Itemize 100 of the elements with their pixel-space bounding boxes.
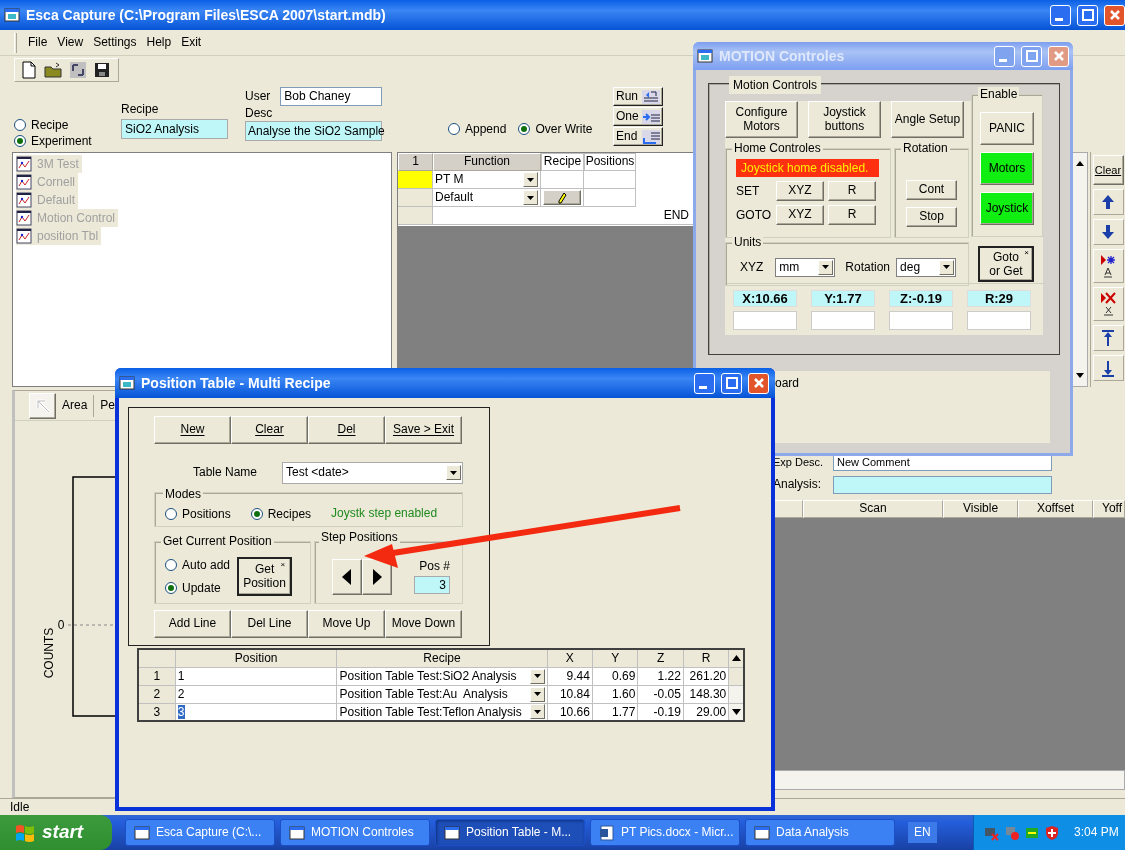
dropdown-button[interactable]	[523, 172, 538, 187]
mark-icon: ×	[1024, 248, 1029, 258]
action-button[interactable]: Move Up	[308, 610, 385, 638]
taskbar-button[interactable]: Data Analysis	[745, 819, 895, 846]
down-arrow-button[interactable]	[1092, 219, 1124, 245]
user-field[interactable]: Bob Chaney	[280, 87, 382, 106]
radio-button[interactable]: Append	[448, 122, 507, 136]
clear-button[interactable]: Clear	[1092, 155, 1124, 185]
dropdown-button[interactable]	[529, 704, 545, 720]
position-number-field[interactable]: 3	[414, 576, 450, 595]
radio-button[interactable]: Recipe	[14, 118, 69, 132]
select-field[interactable]: mm	[775, 257, 836, 277]
setup-button[interactable]: Angle Setup	[891, 101, 964, 138]
next-button[interactable]	[362, 558, 392, 595]
scrollbar[interactable]	[773, 770, 1125, 790]
shield-icon[interactable]	[1044, 824, 1060, 841]
menu-item[interactable]: Exit	[176, 35, 207, 50]
maximize-button[interactable]	[1077, 4, 1098, 26]
save-icon[interactable]	[94, 62, 110, 78]
marker-button[interactable]	[1092, 249, 1124, 283]
start-button[interactable]: start	[0, 815, 112, 850]
rotation-button[interactable]: Cont	[906, 180, 957, 200]
delete-marker-button[interactable]	[1092, 287, 1124, 321]
table-cell[interactable]: Default	[435, 190, 474, 205]
home-button[interactable]: XYZ	[776, 181, 824, 201]
input-field[interactable]	[967, 311, 1031, 330]
radio-button[interactable]: Update	[165, 581, 231, 595]
open-folder-icon[interactable]	[44, 62, 62, 78]
recipe-field[interactable]: SiO2 Analysis	[121, 119, 228, 139]
dropdown-button[interactable]	[818, 259, 834, 275]
radio-button[interactable]: Experiment	[14, 134, 92, 148]
get-position-button[interactable]: Get Position ×	[237, 557, 293, 596]
previous-button[interactable]	[332, 558, 362, 595]
taskbar-button[interactable]: PT Pics.docx - Micr...	[590, 819, 740, 846]
table-cell[interactable]: 3	[175, 703, 337, 721]
run-button[interactable]: End	[613, 127, 663, 146]
radio-button[interactable]: Positions	[165, 506, 231, 521]
taskbar-button[interactable]: Esca Capture (C:\...	[125, 819, 275, 846]
radio-button[interactable]: Over Write	[518, 122, 593, 136]
dropdown-button[interactable]	[939, 259, 955, 275]
bottom-arrow-button[interactable]	[1092, 355, 1124, 381]
taskbar-button[interactable]: MOTION Controles	[280, 819, 430, 846]
pointer-button[interactable]	[29, 392, 56, 419]
select-field[interactable]: deg	[896, 257, 957, 277]
home-button[interactable]: R	[828, 181, 876, 201]
table-cell[interactable]: 2	[175, 685, 337, 703]
toolbar-tab[interactable]: Area	[62, 398, 88, 413]
table-cell[interactable]: PT M	[435, 172, 464, 187]
description-field[interactable]: Analyse the SiO2 Sample	[245, 121, 382, 141]
run-button[interactable]: One	[613, 107, 663, 126]
dropdown-button[interactable]	[529, 686, 545, 702]
setup-button[interactable]: Configure Motors	[725, 101, 798, 138]
action-button[interactable]: Add Line	[154, 610, 231, 638]
dropdown-button[interactable]	[523, 190, 538, 205]
column-header: 1	[398, 153, 433, 171]
input-field[interactable]	[889, 311, 953, 330]
new-file-icon[interactable]	[21, 61, 37, 79]
analysis-field[interactable]	[833, 475, 1052, 494]
action-button[interactable]: Move Down	[385, 610, 462, 638]
goto-button[interactable]: Goto or Get ×	[978, 246, 1034, 282]
taskbar-button[interactable]: Position Table - M...	[435, 819, 585, 846]
run-button[interactable]: Run	[613, 87, 663, 106]
maximize-button[interactable]	[721, 372, 742, 394]
table-cell: 1.60	[592, 685, 638, 703]
menu-item[interactable]: Settings	[88, 35, 142, 50]
readout: Y:1.77	[811, 290, 875, 307]
table-cell[interactable]: 1	[175, 667, 337, 685]
up-arrow-button[interactable]	[1092, 189, 1124, 215]
table-cell: 261.20	[683, 667, 729, 685]
minimize-icon	[1054, 17, 1063, 21]
action-button[interactable]: Del Line	[231, 610, 308, 638]
close-button[interactable]	[748, 372, 769, 394]
input-field[interactable]	[811, 311, 875, 330]
minimize-button[interactable]	[694, 372, 715, 394]
radio-button[interactable]: Recipes	[250, 506, 312, 521]
menu-item[interactable]: File	[23, 35, 53, 50]
dropdown-button[interactable]	[529, 668, 545, 684]
dropdown-button[interactable]	[446, 465, 461, 480]
left-triangle-icon	[341, 567, 353, 586]
toggle-button[interactable]: Joystick	[980, 192, 1034, 225]
toggle-button[interactable]: PANIC	[980, 112, 1034, 145]
language-indicator[interactable]: EN	[908, 822, 937, 843]
toolbar-button[interactable]: New	[154, 416, 231, 444]
top-arrow-button[interactable]	[1092, 325, 1124, 351]
toolbar-button[interactable]: Del	[308, 416, 385, 444]
setup-button[interactable]: Joystick buttons	[808, 101, 881, 138]
select-field[interactable]: Test <date>	[282, 461, 463, 484]
menu-item[interactable]: Help	[141, 35, 177, 50]
toolbar-button[interactable]: Clear	[231, 416, 308, 444]
minimize-button[interactable]	[1050, 4, 1071, 26]
menu-item[interactable]: View	[52, 35, 89, 50]
toolbar-button[interactable]: Save > Exit	[385, 416, 462, 444]
input-field[interactable]	[733, 311, 797, 330]
home-button[interactable]: XYZ	[776, 205, 824, 225]
close-button[interactable]	[1104, 4, 1125, 26]
home-button[interactable]: R	[828, 205, 876, 225]
toggle-button[interactable]: Motors	[980, 152, 1034, 185]
rotation-button[interactable]: Stop	[906, 207, 957, 227]
toolbar-tab[interactable]: Pe	[100, 398, 116, 413]
radio-button[interactable]: Auto add	[165, 558, 231, 572]
